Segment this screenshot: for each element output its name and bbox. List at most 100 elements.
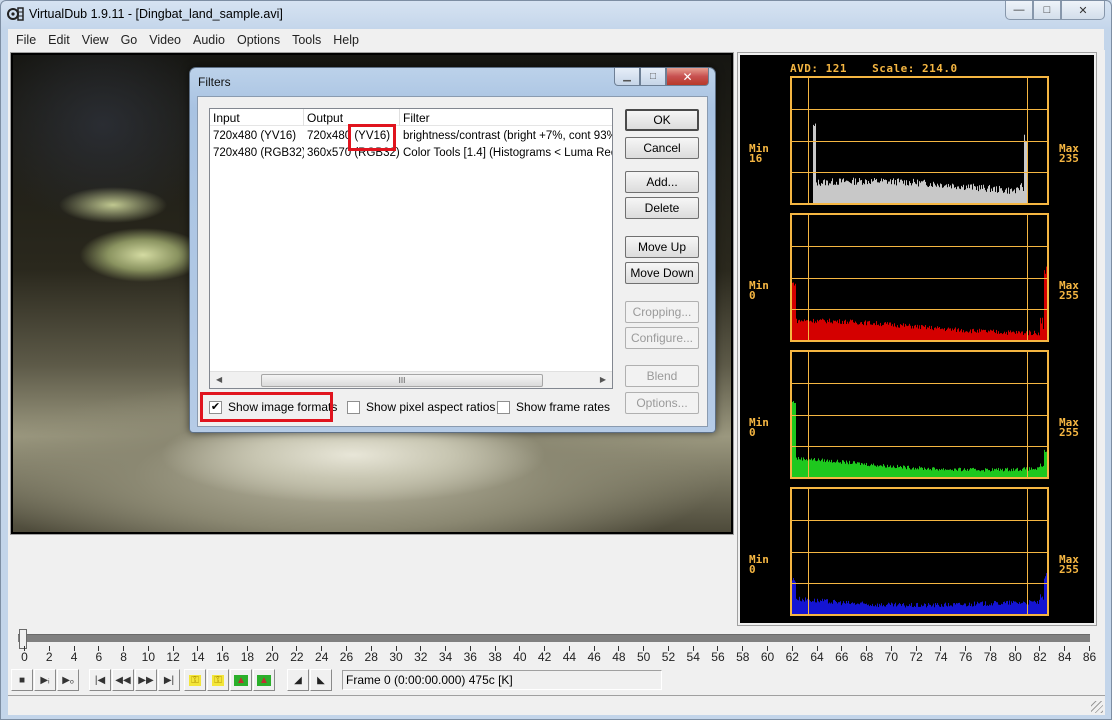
histogram-bar: [932, 467, 933, 477]
move-down-button[interactable]: Move Down: [625, 262, 699, 284]
timeline-tick-label: 20: [265, 650, 279, 664]
minimize-button[interactable]: —: [1005, 1, 1033, 20]
add-button[interactable]: Add...: [625, 171, 699, 193]
histogram-bar: [1031, 335, 1032, 340]
show-frame-rates-checkbox[interactable]: Show frame rates: [497, 398, 610, 416]
histogram-bar: [937, 469, 938, 477]
horizontal-scrollbar[interactable]: ◀ III ▶: [210, 371, 612, 388]
scroll-left-icon[interactable]: ◀: [216, 375, 222, 384]
timeline-tick-label: 82: [1033, 650, 1047, 664]
histogram-bar: [912, 325, 913, 340]
go-end-button[interactable]: ▶|: [158, 669, 180, 691]
histogram-bar: [877, 465, 878, 477]
histogram-bar: [1015, 333, 1016, 340]
dialog-close-button[interactable]: ✕: [666, 68, 709, 86]
histogram-bar: [924, 179, 925, 203]
configure-button[interactable]: Configure...: [625, 327, 699, 349]
mark-in-icon: ◢: [294, 674, 302, 686]
histogram-bar: [850, 604, 851, 614]
histogram-bar: [900, 179, 901, 203]
mark-in-button[interactable]: ◢: [287, 669, 309, 691]
histogram-bar: [809, 459, 810, 477]
timeline-tick-label: 68: [859, 650, 874, 664]
histogram-bar: [899, 182, 900, 203]
menu-video[interactable]: Video: [143, 33, 187, 47]
histogram-bar: [844, 602, 845, 614]
histogram-bar: [942, 328, 943, 340]
play-input-button[interactable]: ▶ᵢ: [34, 669, 56, 691]
options-button[interactable]: Options...: [625, 392, 699, 414]
ok-button[interactable]: OK: [625, 109, 699, 131]
menu-file[interactable]: File: [10, 33, 42, 47]
show-pixel-aspect-checkbox[interactable]: Show pixel aspect ratios: [347, 398, 495, 416]
checkbox-unchecked-icon[interactable]: [497, 400, 510, 414]
move-up-button[interactable]: Move Up: [625, 236, 699, 258]
next-scene-button[interactable]: ▲: [253, 669, 275, 691]
column-filter[interactable]: Filter: [400, 109, 612, 126]
prev-frame-button[interactable]: ◀◀: [112, 669, 134, 691]
histogram-bar: [1015, 469, 1016, 477]
show-image-formats-checkbox[interactable]: ✔ Show image formats: [209, 398, 337, 416]
menu-help[interactable]: Help: [327, 33, 365, 47]
next-frame-button[interactable]: ▶▶: [135, 669, 157, 691]
checkbox-unchecked-icon[interactable]: [347, 400, 360, 414]
menu-go[interactable]: Go: [115, 33, 144, 47]
menu-edit[interactable]: Edit: [42, 33, 76, 47]
histogram-bar: [803, 457, 804, 477]
filter-row[interactable]: 720x480 (YV16) 720x480 (YV16) brightness…: [210, 128, 612, 145]
play-output-button[interactable]: ▶ₒ: [57, 669, 79, 691]
histogram-bar: [914, 181, 915, 203]
seek-track[interactable]: [18, 634, 1090, 642]
histogram-bar: [876, 321, 877, 340]
filter-row[interactable]: 720x480 (RGB32) 360x570 (RGB32) Color To…: [210, 145, 612, 162]
histogram-bar: [848, 323, 849, 340]
menu-options[interactable]: Options: [231, 33, 286, 47]
histogram-bar: [1012, 191, 1013, 203]
histogram-bar: [823, 180, 824, 203]
checkbox-checked-icon[interactable]: ✔: [209, 400, 222, 414]
cropping-button[interactable]: Cropping...: [625, 301, 699, 323]
menu-view[interactable]: View: [76, 33, 115, 47]
histogram-bar: [851, 183, 852, 203]
next-frame-icon: ▶▶: [138, 674, 154, 686]
prev-keyframe-button[interactable]: ⚿: [184, 669, 206, 691]
timeline-tick-label: 64: [810, 650, 824, 664]
filter-list[interactable]: Input Output Filter 720x480 (YV16) 720x4…: [209, 108, 613, 389]
column-output[interactable]: Output: [304, 109, 400, 126]
cancel-button[interactable]: Cancel: [625, 137, 699, 159]
dialog-maximize-button[interactable]: □: [640, 68, 666, 86]
scroll-right-icon[interactable]: ▶: [600, 375, 606, 384]
histogram-bar: [1025, 469, 1026, 477]
histogram-bar: [954, 187, 955, 203]
histogram-bar: [878, 182, 879, 203]
close-button[interactable]: ✕: [1061, 1, 1105, 20]
resize-grip-icon[interactable]: [1091, 701, 1103, 713]
go-start-button[interactable]: |◀: [89, 669, 111, 691]
prev-scene-button[interactable]: ▲: [230, 669, 252, 691]
histogram-bar: [968, 605, 969, 614]
prev-frame-icon: ◀◀: [115, 674, 131, 686]
output-video-pane[interactable]: AVD: 121 Scale: 214.0 Min 16 Max 235 Min 0 Max…: [737, 52, 1097, 626]
menu-audio[interactable]: Audio: [187, 33, 231, 47]
scrollbar-thumb[interactable]: III: [261, 374, 543, 387]
stop-button[interactable]: ■: [11, 669, 33, 691]
histogram-bar: [932, 329, 933, 340]
maximize-button[interactable]: □: [1033, 1, 1061, 20]
histogram-bar: [909, 181, 910, 203]
histogram-bar: [949, 606, 950, 614]
delete-button[interactable]: Delete: [625, 197, 699, 219]
column-input[interactable]: Input: [210, 109, 304, 126]
histogram-bar: [938, 185, 939, 203]
dialog-minimize-button[interactable]: ▁: [614, 68, 640, 86]
histogram-bar: [917, 468, 918, 477]
seek-thumb[interactable]: [19, 629, 27, 649]
mark-out-button[interactable]: ◣: [310, 669, 332, 691]
next-keyframe-button[interactable]: ⚿: [207, 669, 229, 691]
histogram-bar: [971, 184, 972, 203]
blend-button[interactable]: Blend: [625, 365, 699, 387]
histogram-bar: [816, 182, 817, 203]
histogram-bar: [987, 468, 988, 477]
histogram-bar: [903, 183, 904, 203]
menu-tools[interactable]: Tools: [286, 33, 327, 47]
histogram-bar: [959, 602, 960, 614]
